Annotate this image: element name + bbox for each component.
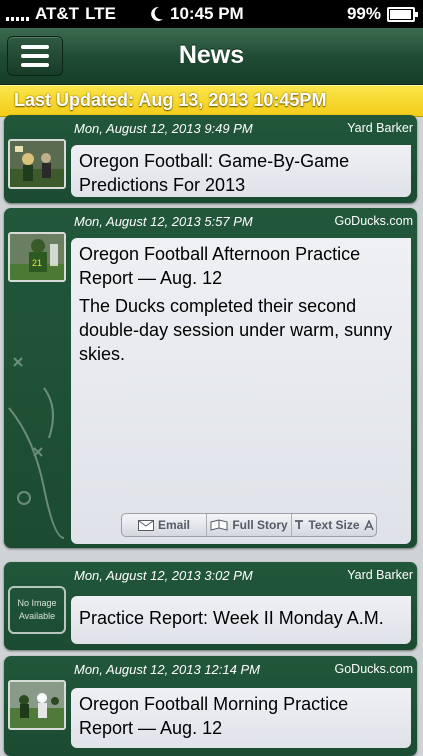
full-story-button[interactable]: Full Story	[207, 514, 292, 536]
article-source: Yard Barker	[347, 121, 413, 135]
article-date: Mon, August 12, 2013 5:57 PM	[74, 214, 253, 229]
article-thumbnail	[8, 680, 66, 730]
article-source: GoDucks.com	[334, 214, 414, 228]
no-image-placeholder: No Image Available	[8, 586, 66, 634]
article-source: Yard Barker	[347, 568, 413, 582]
article-bubble: Oregon Football Afternoon Practice Repor…	[71, 238, 411, 544]
battery-percent: 99%	[346, 4, 381, 23]
news-item-expanded[interactable]: Mon, August 12, 2013 5:57 PM GoDucks.com…	[4, 208, 417, 548]
network-label: LTE	[85, 4, 116, 23]
last-updated-banner: Last Updated: Aug 13, 2013 10:45PM	[0, 85, 423, 117]
email-button[interactable]: Email	[122, 514, 207, 536]
last-updated-text: Last Updated: Aug 13, 2013 10:45PM	[14, 90, 327, 110]
book-icon	[210, 519, 228, 531]
article-thumbnail: 21	[8, 232, 66, 282]
article-headline: Oregon Football Afternoon Practice Repor…	[79, 244, 361, 288]
signal-icon	[6, 7, 29, 21]
article-date: Mon, August 12, 2013 3:02 PM	[74, 568, 253, 583]
article-actions: Email Full Story Text Size	[121, 513, 377, 537]
page-title: News	[178, 41, 245, 69]
nav-bar: News	[0, 28, 423, 85]
article-headline: Practice Report: Week II Monday A.M.	[79, 608, 384, 628]
news-item[interactable]: Mon, August 12, 2013 12:14 PM GoDucks.co…	[4, 656, 417, 756]
clock-label: 10:45 PM	[170, 4, 244, 23]
text-size-large-icon	[363, 519, 374, 530]
envelope-icon	[137, 519, 154, 531]
news-item[interactable]: Mon, August 12, 2013 9:49 PM Yard Barker…	[4, 115, 417, 203]
article-headline: Oregon Football: Game-By-Game Prediction…	[79, 151, 350, 195]
status-bar: AT&T LTE 10:45 PM 99%	[0, 0, 423, 28]
article-headline: Oregon Football Morning Practice Report …	[79, 694, 349, 738]
text-size-icon	[295, 520, 304, 529]
article-summary: The Ducks completed their second double-…	[79, 296, 393, 364]
article-bubble: Oregon Football: Game-By-Game Prediction…	[71, 145, 411, 197]
battery-icon	[387, 6, 418, 22]
article-bubble: Practice Report: Week II Monday A.M.	[71, 596, 411, 644]
article-source: GoDucks.com	[334, 662, 414, 676]
article-bubble: Oregon Football Morning Practice Report …	[71, 688, 411, 748]
svg-text:21: 21	[32, 258, 42, 268]
play-diagram-decoration	[8, 357, 65, 539]
news-item[interactable]: Mon, August 12, 2013 3:02 PM Yard Barker…	[4, 562, 417, 650]
article-thumbnail	[8, 139, 66, 189]
article-date: Mon, August 12, 2013 9:49 PM	[74, 121, 253, 136]
moon-icon	[151, 6, 163, 21]
article-date: Mon, August 12, 2013 12:14 PM	[74, 662, 260, 677]
carrier-label: AT&T	[35, 4, 80, 23]
text-size-button[interactable]: Text Size	[292, 514, 376, 536]
